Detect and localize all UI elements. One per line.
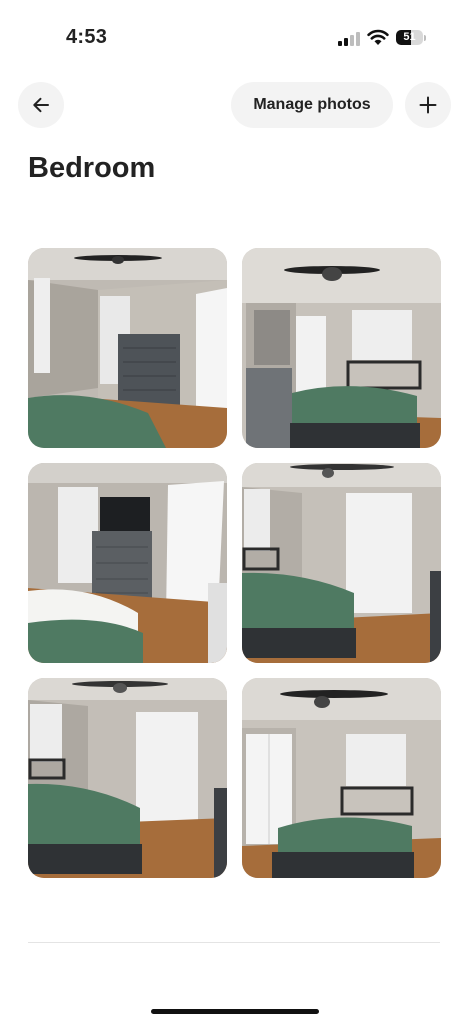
bedroom-photo (242, 463, 441, 663)
wifi-icon (367, 29, 389, 45)
photo-tile[interactable] (242, 248, 441, 448)
bedroom-photo (28, 678, 227, 878)
bedroom-photo (28, 463, 227, 663)
arrow-left-icon (33, 97, 49, 113)
manage-photos-label: Manage photos (253, 96, 371, 113)
photo-tile[interactable] (28, 248, 227, 448)
home-indicator[interactable] (151, 1009, 319, 1014)
photo-tile[interactable] (242, 678, 441, 878)
add-photo-button[interactable] (405, 82, 451, 128)
bedroom-photo (28, 248, 227, 448)
page-title: Bedroom (28, 152, 156, 184)
photo-tile[interactable] (28, 463, 227, 663)
bedroom-photo (242, 678, 441, 878)
cell-signal-icon (338, 32, 360, 46)
battery-icon: 51 (396, 30, 428, 46)
photo-tile[interactable] (242, 463, 441, 663)
status-bar: 4:53 51 (0, 0, 470, 70)
bedroom-photo (242, 248, 441, 448)
plus-icon (419, 96, 437, 114)
manage-photos-button[interactable]: Manage photos (231, 82, 393, 128)
photo-tile[interactable] (28, 678, 227, 878)
status-time: 4:53 (66, 26, 108, 48)
battery-level: 51 (403, 31, 416, 43)
back-button[interactable] (18, 82, 64, 128)
divider (28, 942, 440, 943)
